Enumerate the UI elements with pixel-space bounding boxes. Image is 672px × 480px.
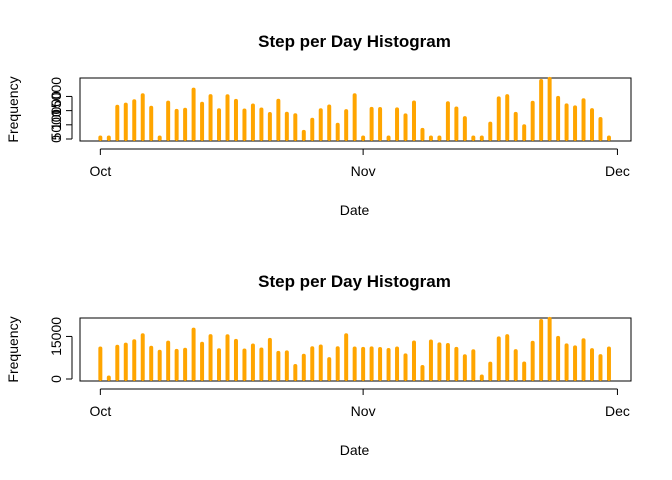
y-axis-label: Frequency — [5, 316, 21, 382]
y-axis-label: Frequency — [5, 76, 21, 142]
x-tick-label: Dec — [605, 163, 630, 179]
x-tick-label: Nov — [351, 403, 376, 419]
x-tick-label: Oct — [89, 163, 111, 179]
y-tick-label: 15000 — [48, 317, 64, 356]
chart-canvas: Step per Day HistogramOct Nov Dec050001000… — [5, 32, 632, 458]
x-axis-label: Date — [340, 202, 370, 218]
y-tick-label: 0 — [48, 375, 64, 383]
chart-title: Step per Day Histogram — [258, 272, 451, 291]
x-tick-label: Dec — [605, 403, 630, 419]
y-tick-label: 15000 — [48, 77, 64, 116]
x-tick-label: Oct — [89, 403, 111, 419]
x-tick-label: Nov — [351, 163, 376, 179]
x-axis-label: Date — [340, 442, 370, 458]
chart-title: Step per Day Histogram — [258, 32, 451, 51]
